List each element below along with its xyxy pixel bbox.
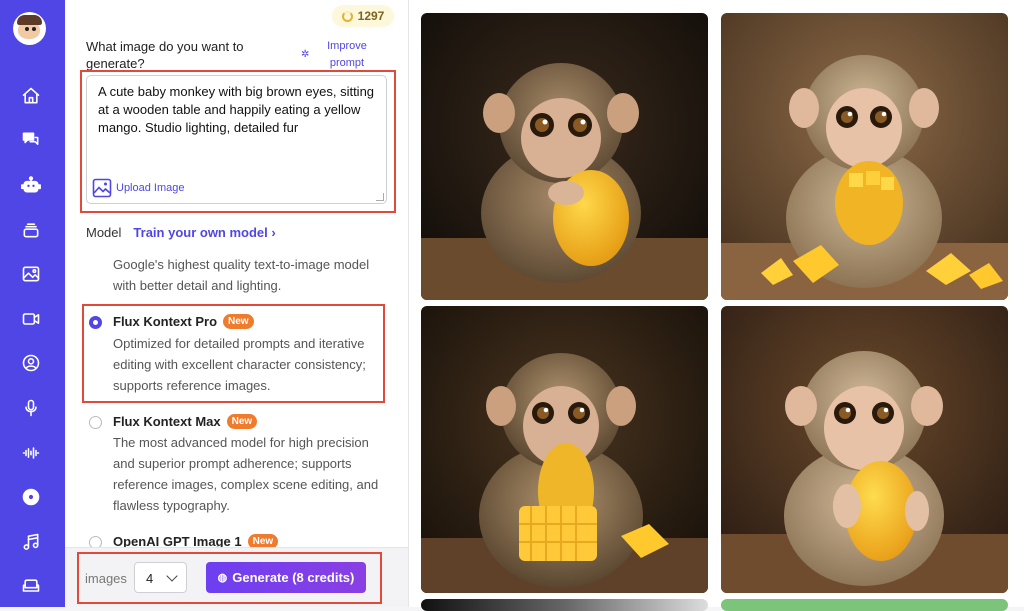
prompt-label: What image do you want to generate?: [86, 39, 244, 71]
sofa-icon[interactable]: [19, 574, 43, 598]
microphone-icon[interactable]: [19, 396, 43, 420]
new-badge: New: [223, 314, 254, 329]
sidebar-rail: [0, 0, 65, 607]
prompt-textarea[interactable]: A cute baby monkey with big brown eyes, …: [86, 75, 387, 204]
image-upload-icon: [92, 178, 112, 198]
generated-image-4[interactable]: [721, 306, 1008, 593]
audio-wave-icon[interactable]: [19, 441, 43, 465]
generate-action-bar: images 4 ◍ Generate (8 credits): [65, 547, 408, 607]
generate-button[interactable]: ◍ Generate (8 credits): [206, 562, 366, 593]
credits-value: 1297: [357, 9, 385, 23]
disc-icon[interactable]: [19, 485, 43, 509]
model-description-flux-kontext-max: The most advanced model for high precisi…: [113, 435, 379, 513]
generated-image-5-partial[interactable]: [421, 599, 708, 611]
sparkle-icon: ✲: [301, 49, 310, 60]
chevron-down-icon: [166, 570, 178, 582]
generated-image-1[interactable]: [421, 13, 708, 300]
images-count-select[interactable]: 4: [134, 562, 187, 593]
home-icon[interactable]: [19, 84, 43, 108]
image-gallery-icon[interactable]: [19, 262, 43, 286]
credits-icon: [341, 10, 353, 22]
new-badge: New: [226, 414, 258, 429]
previous-model-description: Google's highest quality text-to-image m…: [113, 257, 370, 293]
generated-image-2[interactable]: [721, 13, 1008, 300]
model-option-flux-kontext-max[interactable]: Flux Kontext Max New: [113, 414, 258, 429]
radio-flux-kontext-max[interactable]: [89, 416, 102, 429]
video-icon[interactable]: [19, 307, 43, 331]
model-option-flux-kontext-pro[interactable]: Flux Kontext Pro New: [113, 314, 254, 329]
model-description-flux-kontext-pro: Optimized for detailed prompts and itera…: [113, 336, 366, 393]
resize-handle[interactable]: [376, 193, 384, 201]
image-gallery: [409, 0, 1024, 611]
upload-image-label: Upload Image: [116, 182, 185, 194]
credits-badge[interactable]: 1297: [332, 5, 394, 27]
robot-icon[interactable]: [19, 173, 43, 197]
model-label: Model: [86, 225, 122, 240]
chat-icon[interactable]: [19, 128, 43, 152]
user-circle-icon[interactable]: [19, 351, 43, 375]
model-row: Model Train your own model ›: [86, 225, 276, 240]
train-model-link[interactable]: Train your own model ›: [133, 225, 275, 240]
generate-icon: ◍: [217, 572, 228, 584]
app-logo[interactable]: [13, 12, 46, 45]
prompt-text[interactable]: A cute baby monkey with big brown eyes, …: [98, 83, 380, 137]
generated-image-3[interactable]: [421, 306, 708, 593]
generated-image-6-partial[interactable]: [721, 599, 1008, 611]
upload-image-button[interactable]: Upload Image: [92, 178, 185, 198]
radio-flux-kontext-pro[interactable]: [89, 316, 102, 329]
layers-icon[interactable]: [19, 218, 43, 242]
images-count-label: images: [85, 571, 127, 586]
music-icon[interactable]: [19, 530, 43, 554]
generation-form-panel: 1297 What image do you want to generate?…: [65, 0, 408, 607]
